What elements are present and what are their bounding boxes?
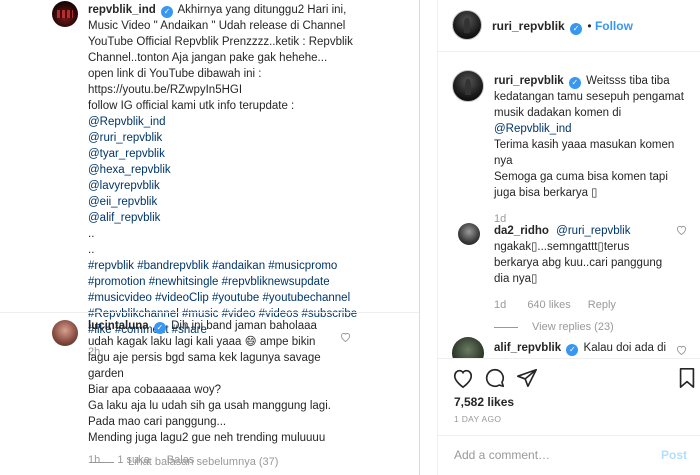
- repvblik-avatar[interactable]: [52, 1, 78, 27]
- header-avatar[interactable]: [452, 10, 482, 40]
- mention-link[interactable]: @hexa_repvblik: [88, 162, 413, 178]
- comment-line: Kalau doi ada di: [583, 342, 667, 354]
- comment-line: Semoga ga cuma bisa komen tapi: [494, 171, 668, 183]
- post-date: 1 DAY AGO: [454, 414, 502, 424]
- view-replies-label: View replies (23): [532, 321, 614, 333]
- comment-like-icon[interactable]: [340, 332, 351, 342]
- comment-line: Pada mao cari panggung...: [88, 416, 227, 428]
- comment-author-link[interactable]: da2_ridho: [494, 225, 549, 237]
- comment-like-icon[interactable]: [676, 345, 687, 355]
- hashtag-line[interactable]: #promotion #newhitsingle #repvbliknewsup…: [88, 274, 413, 290]
- caption-line: Channel..tonton Aja jangan pake gak hehe…: [88, 52, 328, 64]
- comment-line: Ga laku aja lu udah sih ga usah manggung…: [88, 400, 331, 412]
- hashtag-line[interactable]: #musicvideo #videoClip #youtube #youtube…: [88, 290, 413, 306]
- ridho-avatar[interactable]: [458, 223, 480, 245]
- comment-author-link[interactable]: lucintaluna: [88, 320, 149, 332]
- divider: [494, 326, 518, 328]
- comment-icon[interactable]: [484, 367, 506, 389]
- comment-line: dia nya▯: [494, 273, 538, 285]
- comment-line: ngakak▯...semngattt▯terus: [494, 241, 630, 253]
- view-previous-replies-button[interactable]: Lihat balasan sebelumnya (37): [90, 456, 278, 468]
- mention-link[interactable]: @ruri_repvblik: [88, 130, 413, 146]
- post-caption: repvblik_ind ✓ Akhirnya yang ditunggu2 H…: [88, 2, 413, 360]
- header-user-row: ruri_repvblik ✓ • Follow: [492, 19, 633, 35]
- divider: [90, 461, 114, 463]
- bookmark-icon[interactable]: [676, 367, 698, 389]
- comment-line: Terima kasih yaaa masukan komen: [494, 139, 675, 151]
- left-comment-pane: repvblik_ind ✓ Akhirnya yang ditunggu2 H…: [0, 0, 420, 475]
- caption-line: open link di YouTube dibawah ini :: [88, 68, 262, 80]
- verified-icon: ✓: [570, 23, 583, 35]
- share-icon[interactable]: [516, 367, 538, 389]
- verified-icon: ✓: [568, 77, 581, 89]
- caption-line: Akhirnya yang ditunggu2 Hari ini,: [177, 4, 347, 16]
- verified-icon: ✓: [153, 322, 166, 334]
- comment-age: 1d: [494, 299, 507, 311]
- hashtag-line[interactable]: #repvblik #bandrepvblik #andaikan #music…: [88, 258, 413, 274]
- post-detail-pane: ruri_repvblik ✓ • Follow ruri_repvblik ✓…: [437, 0, 700, 475]
- comment-line: kedatangan tamu sesepuh pengamat: [494, 91, 684, 103]
- caption-link-line: https://youtu.be/RZwpyIn5HGI: [88, 84, 243, 96]
- comment-author-link[interactable]: alif_repvblik: [494, 342, 561, 354]
- ruri-avatar[interactable]: [452, 70, 484, 102]
- view-replies-button[interactable]: View replies (23): [494, 319, 684, 335]
- post-comment-button[interactable]: Post: [661, 448, 687, 462]
- mention-link[interactable]: @Repvblik_ind: [88, 114, 413, 130]
- comment-line: lagu aje persis bgd sama kek lagunya sav…: [88, 352, 321, 364]
- caption-author-link[interactable]: repvblik_ind: [88, 4, 156, 16]
- separator-dot: •: [587, 19, 592, 33]
- add-comment-input[interactable]: Add a comment…: [454, 448, 550, 462]
- verified-icon: ✓: [160, 6, 173, 18]
- header-username-link[interactable]: ruri_repvblik: [492, 19, 565, 33]
- mention-link[interactable]: @eii_repvblik: [88, 194, 413, 210]
- caption-line: YouTube Official Repvblik Prenzzzz..keti…: [88, 36, 353, 48]
- reply-button[interactable]: Reply: [588, 299, 616, 311]
- comment-line: Dih ini band jaman baholaaa: [171, 320, 317, 332]
- mention-link[interactable]: @tyar_repvblik: [88, 146, 413, 162]
- post-header: ruri_repvblik ✓ • Follow: [438, 0, 700, 52]
- alif-avatar[interactable]: [452, 337, 484, 358]
- comment-line: nya: [494, 155, 513, 167]
- comment-line: Biar apa cobaaaaaa woy?: [88, 384, 221, 396]
- add-comment-bar: Add a comment… Post: [438, 435, 700, 475]
- comment-line: juga bisa berkarya ▯: [494, 187, 598, 199]
- mention-link[interactable]: @lavyrepvblik: [88, 178, 413, 194]
- caption-dots: ..: [88, 228, 95, 240]
- comment-author-link[interactable]: ruri_repvblik: [494, 75, 564, 87]
- comment-ruri: ruri_repvblik ✓ Weitsss tiba tiba kedata…: [494, 73, 694, 227]
- heart-icon[interactable]: [452, 367, 474, 389]
- comment-alif: alif_repvblik ✓ Kalau doi ada di: [494, 340, 694, 356]
- view-previous-label: Lihat balasan sebelumnya (37): [128, 456, 279, 468]
- likes-count[interactable]: 7,582 likes: [454, 395, 514, 409]
- comment-line: Weitsss tiba tiba: [586, 75, 670, 87]
- comment-like-count[interactable]: 640 likes: [527, 299, 570, 311]
- comment-ridho: da2_ridho @ruri_repvblik ngakak▯...semng…: [494, 223, 684, 335]
- comment-line: Mending juga lagu2 gue neh trending mulu…: [88, 432, 326, 444]
- caption-dots: ..: [88, 244, 95, 256]
- follow-button[interactable]: Follow: [595, 19, 633, 33]
- comment-like-icon[interactable]: [676, 225, 687, 235]
- divider: [0, 312, 419, 313]
- verified-icon: ✓: [566, 344, 579, 356]
- mention-link[interactable]: @Repvblik_ind: [494, 121, 694, 137]
- comments-list: ruri_repvblik ✓ Weitsss tiba tiba kedata…: [438, 53, 700, 358]
- comment-line: musik dadakan komen di: [494, 107, 622, 119]
- mention-link[interactable]: @ruri_repvblik: [556, 225, 630, 237]
- caption-line: Music Video " Andaikan " Udah release di…: [88, 20, 346, 32]
- lucintaluna-avatar[interactable]: [52, 320, 78, 346]
- mention-link[interactable]: @alif_repvblik: [88, 210, 413, 226]
- caption-line: follow IG official kami utk info terupda…: [88, 100, 295, 112]
- comment-line: garden: [88, 368, 124, 380]
- comment-line: berkarya abg kuu..cari panggung: [494, 257, 663, 269]
